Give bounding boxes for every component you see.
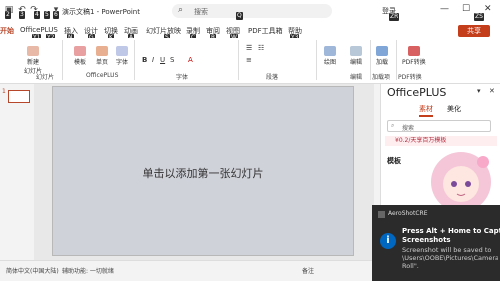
bold-icon[interactable]: B <box>142 56 147 64</box>
addin-button[interactable]: 加载 <box>376 46 388 66</box>
ribbon: 新建 幻灯片 幻灯片 模板 单页 字体 OfficePLUS B I U S A… <box>0 38 500 84</box>
minimize-icon[interactable]: — <box>440 4 449 14</box>
share-label: 共享 <box>467 27 481 35</box>
pane-search-input[interactable]: ⌕ 搜索 <box>387 120 491 132</box>
group-slides: 幻灯片 <box>36 74 55 81</box>
toast-title: Press Alt + Home to Capture <box>402 227 500 235</box>
notes-button[interactable]: 备注 <box>302 266 314 275</box>
template-icon <box>74 46 86 56</box>
document-title: 演示文稿1 - PowerPoint <box>62 8 140 16</box>
group-officeplus: OfficePLUS <box>86 72 119 79</box>
single-page-label: 单页 <box>96 59 109 66</box>
maximize-icon[interactable]: ☐ <box>462 4 470 14</box>
keytip: ZS <box>474 13 484 21</box>
divider <box>62 40 63 80</box>
slide-thumbnail-pane: 1 <box>0 84 34 260</box>
keytip: Q <box>236 12 243 20</box>
template-label: 模板 <box>74 59 87 66</box>
keytip: 5 <box>44 11 50 19</box>
tab-home[interactable]: 开始 <box>0 26 14 36</box>
keytip: ZR <box>389 13 400 21</box>
shapes-icon <box>324 46 336 56</box>
close-icon[interactable]: ✕ <box>484 4 492 14</box>
templates-heading: 模板 <box>387 157 401 165</box>
divider <box>370 40 371 80</box>
slide-canvas[interactable]: 单击以添加第一张幻灯片 <box>52 86 354 256</box>
search-box[interactable]: ⌕ 搜索 <box>172 4 332 18</box>
ribbon-tabs: 开始 OfficePLUS 插入 设计 切换 动画 幻灯片放映 录制 审阅 视图… <box>0 24 500 42</box>
anime-illustration <box>431 152 491 212</box>
bullets-icon[interactable]: ☰ <box>246 44 252 52</box>
toast-body: Screenshot will be saved to \Users\OOBE\… <box>402 246 498 270</box>
toast-title-2: Screenshots <box>402 236 451 244</box>
language-status[interactable]: 简体中文(中国大陆) <box>6 266 59 275</box>
pdf-icon <box>407 46 420 56</box>
toast-line-3: Roll". <box>402 262 419 270</box>
group-addin: 加载项 <box>372 74 391 81</box>
italic-icon[interactable]: I <box>152 56 154 64</box>
group-pdf: PDF转换 <box>398 74 422 81</box>
pane-close-icon[interactable]: ✕ <box>489 87 495 95</box>
divider <box>316 40 317 80</box>
keytip: 6 <box>53 11 59 19</box>
strikethrough-icon[interactable]: S <box>170 56 174 64</box>
keytip: 3 <box>19 11 25 19</box>
toast-app-name: AeroShotCRE <box>388 210 428 217</box>
info-icon: i <box>380 233 396 249</box>
editing-label: 编辑 <box>350 59 363 66</box>
editing-button[interactable]: 编辑 <box>350 46 362 66</box>
tab-pdf-toolbox[interactable]: PDF工具箱 <box>248 26 283 36</box>
new-slide-icon <box>27 46 39 56</box>
underline-icon[interactable]: U <box>160 56 165 64</box>
tab-materials[interactable]: 素材 <box>419 104 433 117</box>
addin-label: 加载 <box>376 59 389 66</box>
single-page-icon <box>96 46 108 56</box>
font-icon <box>116 46 128 56</box>
pdf-convert-label: PDF转换 <box>402 59 426 66</box>
slide-thumbnail[interactable] <box>8 90 30 103</box>
tab-beautify[interactable]: 美化 <box>447 104 461 114</box>
accessibility-status[interactable]: 辅助功能: 一切就绪 <box>62 266 114 275</box>
divider <box>238 40 239 80</box>
addin-icon <box>376 46 388 56</box>
group-editing: 编辑 <box>350 74 363 81</box>
app-icon <box>378 211 385 218</box>
toast-line-2: \Users\OOBE\Pictures\Camera <box>402 254 498 262</box>
keytip: 4 <box>34 11 40 19</box>
search-icon: ⌕ <box>178 5 184 15</box>
share-button[interactable]: 共享 <box>458 25 490 37</box>
new-slide-label: 新建 <box>27 59 40 66</box>
search-icon: ⌕ <box>391 122 395 129</box>
group-paragraph: 段落 <box>266 74 279 81</box>
editing-icon <box>350 46 362 56</box>
promo-text: ¥0.2/天享百万模板 <box>395 137 447 144</box>
slide-placeholder[interactable]: 单击以添加第一张幻灯片 <box>53 165 353 181</box>
keytip: 2 <box>5 11 11 19</box>
search-placeholder: 搜索 <box>194 8 208 16</box>
group-font: 字体 <box>176 74 189 81</box>
divider <box>134 40 135 80</box>
toast-line-1: Screenshot will be saved to <box>402 246 492 254</box>
single-page-button[interactable]: 单页 <box>96 46 108 66</box>
tab-officeplus[interactable]: OfficePLUS <box>20 26 58 34</box>
numbering-icon[interactable]: ☷ <box>258 44 264 52</box>
divider <box>396 40 397 80</box>
drawing-button[interactable]: 绘图 <box>324 46 336 66</box>
align-icon[interactable]: ≡ <box>246 56 252 64</box>
pane-title: OfficePLUS <box>387 86 447 99</box>
font-color-icon[interactable]: A <box>188 56 193 64</box>
font-button[interactable]: 字体 <box>116 46 128 66</box>
font-label: 字体 <box>116 59 129 66</box>
pdf-convert-button[interactable]: PDF转换 <box>402 46 426 66</box>
pane-search-placeholder: 搜索 <box>402 125 415 132</box>
drawing-label: 绘图 <box>324 59 337 66</box>
toast-notification[interactable]: AeroShotCRE i Press Alt + Home to Captur… <box>372 205 500 281</box>
new-slide-button[interactable]: 新建 幻灯片 <box>24 46 42 75</box>
pane-options-icon[interactable]: ▾ <box>477 87 481 95</box>
template-button[interactable]: 模板 <box>74 46 86 66</box>
title-bar: ▣ 2 ↶ 3 ↷ 4 5 ▾ 6 演示文稿1 - PowerPoint ⌕ 搜… <box>0 0 500 24</box>
thumb-number: 1 <box>2 88 6 95</box>
